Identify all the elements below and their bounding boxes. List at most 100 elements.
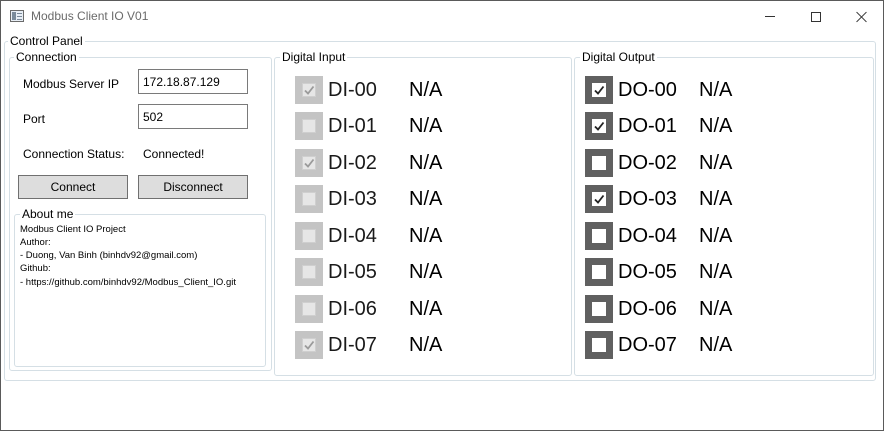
checkbox-box	[302, 119, 316, 133]
app-icon	[10, 10, 24, 22]
connection-status-value: Connected!	[143, 147, 205, 161]
about-line: Github:	[20, 263, 51, 274]
digital-input-value: N/A	[409, 152, 443, 174]
close-icon	[856, 11, 868, 23]
checkmark-icon	[304, 85, 315, 95]
checkbox-box	[302, 156, 316, 170]
digital-output-name: DO-04	[618, 225, 677, 247]
digital-output-name: DO-00	[618, 79, 677, 101]
digital-output-value: N/A	[699, 334, 733, 356]
digital-output-checkbox[interactable]	[585, 149, 613, 177]
checkmark-icon	[304, 158, 315, 168]
about-line: Author:	[20, 237, 51, 248]
minimize-button[interactable]	[747, 1, 793, 32]
digital-input-name: DI-05	[328, 261, 377, 283]
checkbox-box	[302, 338, 316, 352]
digital-output-value: N/A	[699, 188, 733, 210]
checkmark-icon	[594, 194, 605, 204]
digital-input-checkbox	[295, 331, 323, 359]
digital-output-name: DO-07	[618, 334, 677, 356]
digital-input-checkbox	[295, 185, 323, 213]
digital-output-value: N/A	[699, 298, 733, 320]
digital-input-checkbox	[295, 76, 323, 104]
about-line: - https://github.com/binhdv92/Modbus_Cli…	[20, 277, 236, 288]
digital-output-checkbox[interactable]	[585, 185, 613, 213]
checkbox-box	[592, 302, 606, 316]
digital-output-checkbox[interactable]	[585, 112, 613, 140]
digital-input-name: DI-00	[328, 79, 377, 101]
title-bar[interactable]: Modbus Client IO V01	[1, 1, 883, 32]
digital-output-value: N/A	[699, 79, 733, 101]
digital-input-checkbox	[295, 149, 323, 177]
disconnect-button[interactable]: Disconnect	[138, 175, 248, 199]
digital-output-name: DO-03	[618, 188, 677, 210]
digital-output-checkbox[interactable]	[585, 258, 613, 286]
port-input[interactable]	[138, 104, 248, 129]
digital-input-value: N/A	[409, 188, 443, 210]
digital-output-value: N/A	[699, 152, 733, 174]
checkbox-box	[302, 302, 316, 316]
digital-input-name: DI-07	[328, 334, 377, 356]
about-label: About me	[20, 207, 76, 221]
checkbox-box	[592, 338, 606, 352]
digital-input-checkbox	[295, 112, 323, 140]
digital-output-name: DO-05	[618, 261, 677, 283]
control-panel-label: Control Panel	[8, 34, 85, 48]
connection-label: Connection	[14, 50, 79, 64]
digital-output-group: Digital Output DO-00 N/A DO-01 N/A DO-02 N/A D…	[574, 50, 874, 376]
digital-input-value: N/A	[409, 115, 443, 137]
checkbox-box	[302, 83, 316, 97]
digital-output-name: DO-01	[618, 115, 677, 137]
digital-input-checkbox	[295, 258, 323, 286]
close-button[interactable]	[839, 1, 884, 32]
digital-input-name: DI-02	[328, 152, 377, 174]
digital-input-group: Digital Input DI-00 N/A DI-01 N/A DI-02 N/A DI…	[274, 50, 572, 376]
connect-button[interactable]: Connect	[18, 175, 128, 199]
digital-input-name: DI-01	[328, 115, 377, 137]
digital-input-value: N/A	[409, 298, 443, 320]
digital-output-checkbox[interactable]	[585, 295, 613, 323]
digital-input-value: N/A	[409, 334, 443, 356]
minimize-icon	[765, 16, 775, 17]
digital-input-checkbox	[295, 295, 323, 323]
checkbox-box	[302, 229, 316, 243]
digital-output-checkbox[interactable]	[585, 222, 613, 250]
digital-output-value: N/A	[699, 225, 733, 247]
digital-output-name: DO-06	[618, 298, 677, 320]
checkbox-box	[302, 265, 316, 279]
digital-output-value: N/A	[699, 115, 733, 137]
port-label: Port	[23, 112, 46, 126]
checkbox-box	[592, 265, 606, 279]
server-ip-input[interactable]	[138, 69, 248, 94]
digital-input-name: DI-03	[328, 188, 377, 210]
connection-status-label: Connection Status:	[23, 147, 125, 161]
about-group: About me	[14, 207, 266, 367]
digital-output-checkbox[interactable]	[585, 331, 613, 359]
digital-input-name: DI-04	[328, 225, 377, 247]
digital-input-checkbox	[295, 222, 323, 250]
checkmark-icon	[594, 121, 605, 131]
window-title: Modbus Client IO V01	[31, 9, 149, 23]
checkbox-box	[592, 156, 606, 170]
checkmark-icon	[304, 340, 315, 350]
checkbox-box	[592, 229, 606, 243]
digital-output-value: N/A	[699, 261, 733, 283]
digital-output-name: DO-02	[618, 152, 677, 174]
checkbox-box	[592, 119, 606, 133]
digital-input-name: DI-06	[328, 298, 377, 320]
digital-output-label: Digital Output	[580, 50, 657, 64]
maximize-button[interactable]	[793, 1, 839, 32]
digital-input-value: N/A	[409, 261, 443, 283]
digital-input-value: N/A	[409, 225, 443, 247]
checkbox-box	[592, 83, 606, 97]
checkbox-box	[592, 192, 606, 206]
about-line: - Duong, Van Binh (binhdv92@gmail.com)	[20, 250, 198, 261]
maximize-icon	[811, 11, 821, 22]
checkbox-box	[302, 192, 316, 206]
server-ip-label: Modbus Server IP	[23, 77, 120, 91]
digital-output-checkbox[interactable]	[585, 76, 613, 104]
digital-input-label: Digital Input	[280, 50, 348, 64]
digital-input-value: N/A	[409, 79, 443, 101]
about-line: Modbus Client IO Project	[20, 224, 126, 235]
checkmark-icon	[594, 85, 605, 95]
